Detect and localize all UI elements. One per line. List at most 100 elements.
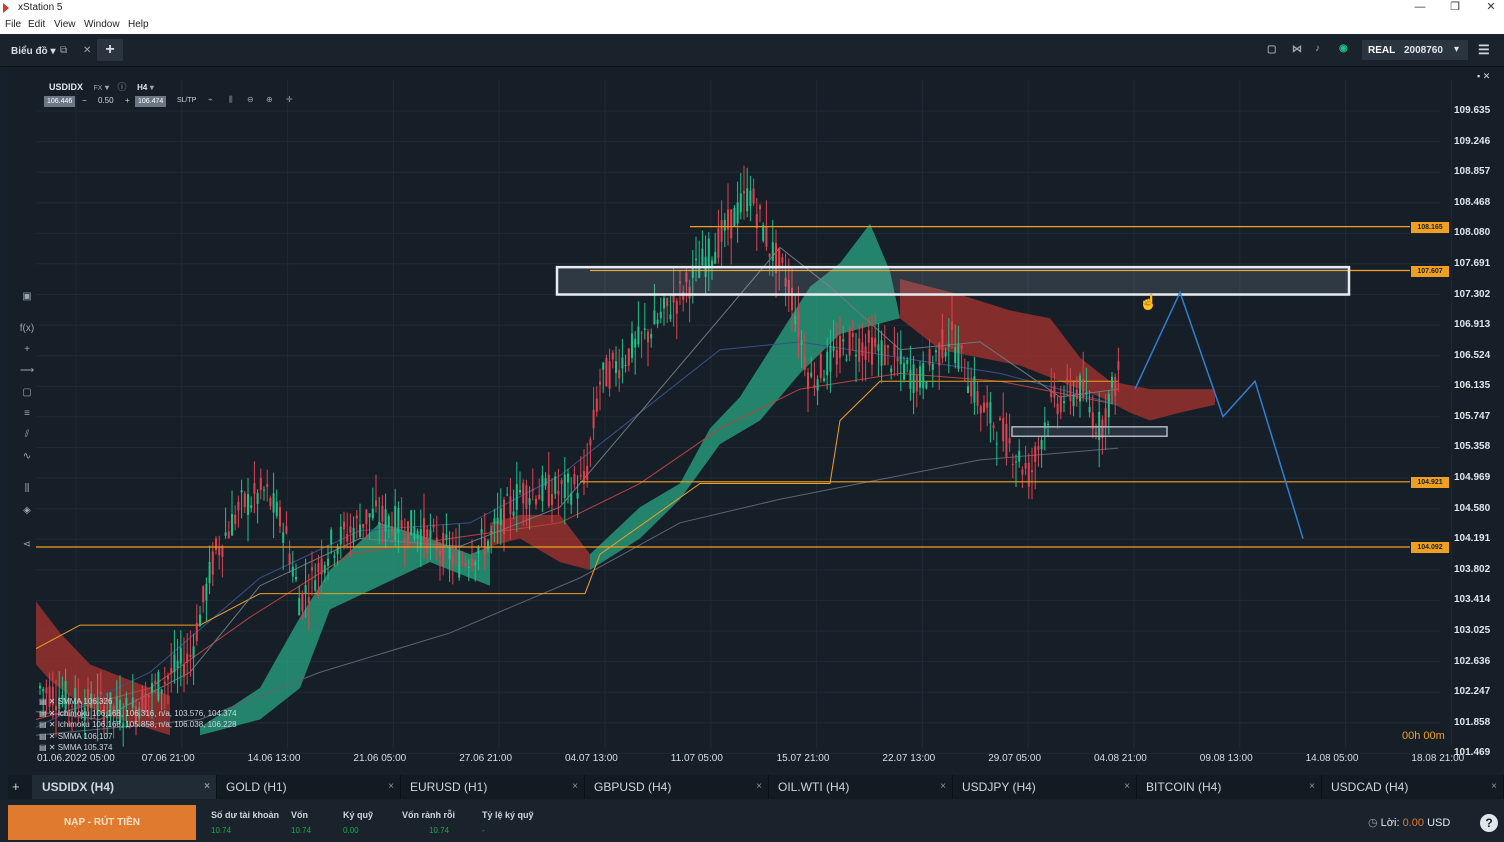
crosshair-icon[interactable]: ✛ bbox=[286, 95, 293, 104]
instrument-tab[interactable]: EURUSD (H1) × bbox=[400, 775, 585, 799]
instrument-tab[interactable]: USDIDX (H4) × bbox=[32, 775, 217, 799]
deposit-withdraw-button[interactable]: NẠP - RÚT TIỀN bbox=[8, 805, 196, 840]
time-tick-label: 21.06 05:00 bbox=[353, 753, 407, 764]
menu-edit[interactable]: Edit bbox=[28, 19, 45, 30]
price-tick-label: 104.580 bbox=[1454, 502, 1491, 514]
add-tab-icon[interactable]: + bbox=[12, 779, 20, 794]
close-tab-icon[interactable]: × bbox=[572, 775, 578, 799]
timeframe-select[interactable]: H4 bbox=[137, 83, 147, 92]
rectangle-tool-icon[interactable]: ▢ bbox=[16, 387, 38, 398]
info-icon[interactable]: ⓘ bbox=[118, 82, 127, 92]
menu-view[interactable]: View bbox=[54, 19, 76, 30]
function-tool-icon[interactable]: f(x) bbox=[16, 323, 38, 334]
time-tick-label: 18.08 21:00 bbox=[1411, 753, 1465, 764]
chart-window-controls[interactable]: ▪ ✕ bbox=[1477, 71, 1490, 82]
instrument-tab-label: USDJPY (H4) bbox=[962, 780, 1036, 794]
zoom-in-icon[interactable]: ⊕ bbox=[266, 95, 273, 104]
cursor-tool-icon[interactable]: ▣ bbox=[16, 291, 38, 302]
indicator-legend-item[interactable]: ▤ ✕ SMMA 106.107 bbox=[39, 732, 112, 741]
close-tab-icon[interactable]: × bbox=[204, 775, 210, 799]
margin-label: Ký quỹ bbox=[343, 810, 374, 820]
menu-file[interactable]: File bbox=[5, 19, 21, 30]
level-price-tag[interactable]: 107.607 bbox=[1411, 265, 1449, 277]
instrument-tab[interactable]: GOLD (H1) × bbox=[216, 775, 401, 799]
equity-value: 10.74 bbox=[291, 826, 312, 835]
help-button[interactable]: ? bbox=[1480, 814, 1498, 832]
menu-window[interactable]: Window bbox=[84, 19, 120, 30]
time-tick-label: 14.06 13:00 bbox=[247, 753, 301, 764]
instrument-tab[interactable]: BITCOIN (H4) × bbox=[1136, 775, 1322, 799]
market-badge[interactable]: FX bbox=[94, 85, 103, 92]
price-tick-label: 109.635 bbox=[1454, 105, 1491, 116]
add-chart-button[interactable]: + bbox=[97, 39, 123, 61]
price-tick-label: 104.191 bbox=[1454, 533, 1491, 545]
indicator-legend-item[interactable]: ▤ ✕ Ichimoku 106.168, 106.316, n/a, 103.… bbox=[39, 709, 237, 718]
network-icon[interactable]: ⋈ bbox=[1292, 44, 1302, 55]
instrument-tab[interactable]: OIL.WTI (H4) × bbox=[768, 775, 953, 799]
menu-help[interactable]: Help bbox=[128, 19, 149, 30]
line-chart-icon[interactable]: ⌁ bbox=[208, 95, 213, 104]
zoom-out-icon[interactable]: ⊖ bbox=[247, 95, 254, 104]
account-number: 2008760 bbox=[1404, 45, 1443, 56]
instrument-tab[interactable]: USDCAD (H4) × bbox=[1321, 775, 1504, 799]
close-tab-icon[interactable]: × bbox=[388, 775, 394, 799]
indicator-tool-icon[interactable]: ⫼ bbox=[16, 483, 38, 494]
level-price-tag[interactable]: 104.921 bbox=[1411, 476, 1449, 488]
margin-level-value: - bbox=[482, 826, 485, 835]
time-tick-label: 07.06 21:00 bbox=[141, 753, 195, 764]
indicator-legend-item[interactable]: ▤ ✕ SMMA 106.326 bbox=[39, 697, 112, 706]
bell-icon[interactable]: ♪ bbox=[1315, 43, 1320, 54]
level-price-tag[interactable]: 108.165 bbox=[1411, 221, 1449, 233]
price-tick-label: 108.857 bbox=[1454, 166, 1491, 178]
instrument-tab-label: GOLD (H1) bbox=[226, 780, 287, 794]
margin-level-label: Tỷ lệ ký quỹ bbox=[482, 810, 534, 820]
fibonacci-tool-icon[interactable]: ≡ bbox=[16, 408, 38, 419]
close-window-button[interactable]: ✕ bbox=[1479, 0, 1503, 15]
instrument-tab-label: EURUSD (H1) bbox=[410, 780, 488, 794]
crosshair-tool-icon[interactable]: + bbox=[16, 344, 38, 355]
free-margin-value: 10.74 bbox=[429, 826, 450, 835]
charts-menu-button[interactable]: Biểu đồ ▾ bbox=[11, 46, 55, 57]
layout-icon[interactable]: ▢ bbox=[1267, 44, 1276, 55]
instrument-tab[interactable]: USDJPY (H4) × bbox=[952, 775, 1137, 799]
price-tick-label: 109.246 bbox=[1454, 135, 1491, 147]
buy-price-button[interactable]: 106.474 bbox=[135, 96, 167, 107]
close-chart-icon[interactable]: ✕ bbox=[83, 45, 91, 56]
close-tab-icon[interactable]: × bbox=[1309, 775, 1315, 799]
market-dropdown-icon[interactable]: ▾ bbox=[105, 83, 109, 92]
candles-icon[interactable]: ⫼ bbox=[229, 95, 233, 105]
minimize-button[interactable]: — bbox=[1408, 0, 1432, 15]
instrument-tab[interactable]: GBPUSD (H4) × bbox=[584, 775, 769, 799]
volume-minus-button[interactable]: − bbox=[82, 96, 87, 105]
detach-icon[interactable]: ⧉ bbox=[60, 45, 67, 56]
close-tab-icon[interactable]: × bbox=[1124, 775, 1130, 799]
wave-tool-icon[interactable]: ∿ bbox=[16, 451, 38, 462]
layers-tool-icon[interactable]: ◈ bbox=[16, 505, 38, 516]
price-tick-label: 103.802 bbox=[1454, 563, 1491, 575]
indicator-legend-item[interactable]: ▤ ✕ SMMA 105.374 bbox=[39, 743, 112, 752]
channel-tool-icon[interactable]: ⫽ bbox=[16, 429, 38, 440]
instrument-tab-label: OIL.WTI (H4) bbox=[778, 780, 850, 794]
restore-button[interactable]: ❐ bbox=[1443, 0, 1467, 15]
close-tab-icon[interactable]: × bbox=[940, 775, 946, 799]
chart-area[interactable] bbox=[8, 67, 1504, 772]
line-tool-icon[interactable]: ⟶ bbox=[16, 365, 38, 376]
candle-timer: 00h 00m bbox=[1402, 730, 1445, 742]
close-tab-icon[interactable]: × bbox=[756, 775, 762, 799]
hamburger-menu-icon[interactable]: ☰ bbox=[1478, 42, 1490, 58]
share-tool-icon[interactable]: ⋖ bbox=[16, 539, 38, 550]
close-tab-icon[interactable]: × bbox=[1491, 775, 1497, 799]
price-tick-label: 106.913 bbox=[1454, 319, 1491, 331]
symbol-name[interactable]: USDIDX bbox=[49, 82, 83, 92]
sltp-button[interactable]: SL/TP bbox=[177, 97, 196, 104]
sell-price-button[interactable]: 106.446 bbox=[44, 96, 76, 107]
price-tick-label: 108.468 bbox=[1454, 196, 1491, 208]
indicator-legend-item[interactable]: ▤ ✕ Ichimoku 106.168, 105.858, n/a, 106.… bbox=[39, 720, 237, 729]
wifi-icon: ◉ bbox=[1339, 43, 1348, 54]
volume-plus-button[interactable]: + bbox=[125, 96, 130, 105]
price-tick-label: 105.747 bbox=[1454, 410, 1491, 422]
account-selector[interactable]: REAL 2008760 ▾ bbox=[1362, 40, 1468, 60]
timeframe-dropdown-icon[interactable]: ▾ bbox=[150, 83, 154, 92]
level-price-tag[interactable]: 104.092 bbox=[1411, 542, 1449, 554]
volume-input[interactable]: 0.50 bbox=[98, 96, 114, 105]
